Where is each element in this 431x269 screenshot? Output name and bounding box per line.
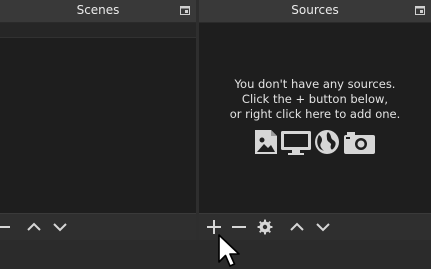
sources-dock: Sources You don't have any sources. Clic…	[199, 0, 431, 240]
empty-message-line: You don't have any sources.	[234, 77, 396, 91]
chevron-down-icon	[53, 223, 67, 232]
window-bottom-strip	[0, 240, 431, 269]
move-scene-up-button[interactable]	[24, 217, 44, 237]
camera-icon	[344, 132, 375, 154]
sources-dock-titlebar[interactable]: Sources	[199, 0, 431, 23]
sources-empty-message: You don't have any sources. Click the + …	[199, 77, 431, 122]
chevron-up-icon	[290, 222, 304, 231]
empty-message-line: Click the + button below,	[241, 92, 389, 106]
globe-icon	[315, 130, 339, 154]
scenes-dock-titlebar[interactable]: Scenes	[0, 0, 196, 23]
move-source-down-button[interactable]	[313, 217, 333, 237]
move-scene-down-button[interactable]	[50, 217, 70, 237]
mouse-cursor-icon	[218, 234, 240, 267]
remove-scene-button[interactable]	[0, 217, 14, 237]
image-icon	[255, 130, 277, 154]
sources-list[interactable]: You don't have any sources. Click the + …	[199, 23, 431, 214]
monitor-icon	[281, 131, 311, 155]
move-source-up-button[interactable]	[287, 217, 307, 237]
scenes-dock-title: Scenes	[76, 3, 120, 17]
scenes-list[interactable]	[0, 38, 196, 214]
obs-docks-area: Scenes Sources You don't have any source…	[0, 0, 431, 269]
undock-icon[interactable]	[415, 6, 425, 15]
scenes-list-header	[0, 23, 196, 38]
minus-icon	[0, 226, 10, 228]
source-properties-button[interactable]	[255, 217, 275, 237]
sources-dock-title: Sources	[291, 3, 339, 17]
chevron-up-icon	[27, 222, 41, 231]
empty-message-line: or right click here to add one.	[229, 107, 401, 121]
source-type-icons	[255, 130, 375, 155]
scenes-toolbar	[0, 213, 196, 240]
chevron-down-icon	[316, 223, 330, 232]
undock-icon[interactable]	[180, 6, 190, 15]
scenes-dock: Scenes	[0, 0, 196, 240]
gear-icon	[257, 219, 273, 235]
